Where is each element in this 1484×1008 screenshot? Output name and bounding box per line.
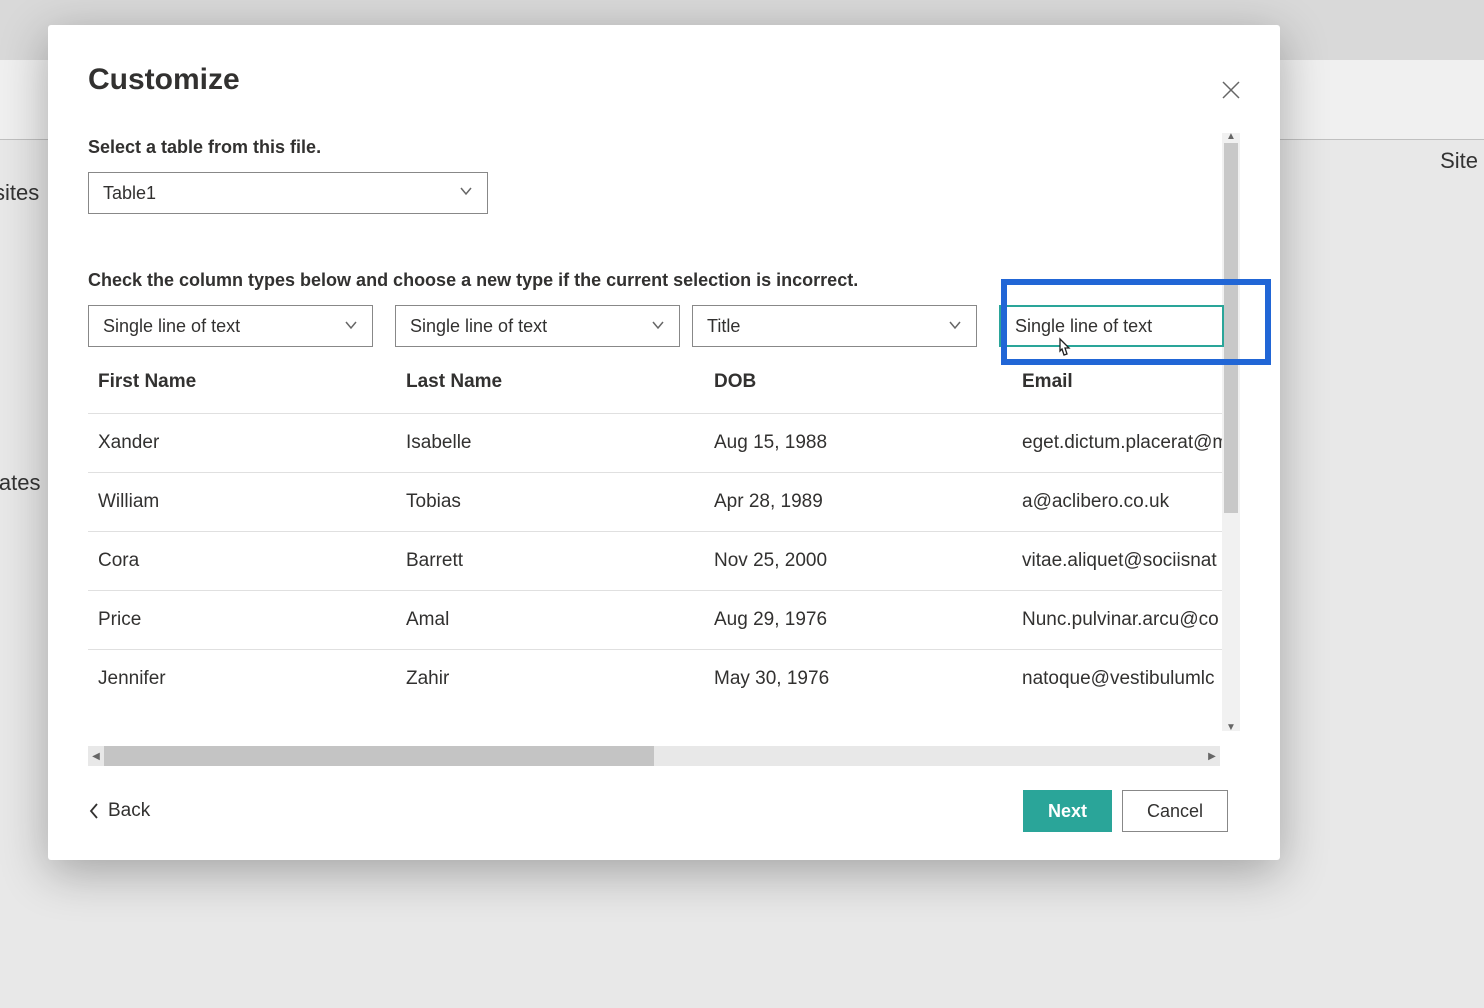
cell-first-name: Cora [88, 532, 396, 591]
scroll-up-icon: ▲ [1222, 131, 1240, 142]
scrollbar-thumb[interactable] [1224, 143, 1238, 513]
table-row: Price Amal Aug 29, 1976 Nunc.pulvinar.ar… [88, 591, 1237, 650]
table-header-row: First Name Last Name DOB Email [88, 355, 1237, 414]
customize-dialog: Customize Select a table from this file.… [48, 25, 1280, 860]
header-last-name: Last Name [396, 355, 704, 414]
close-icon [1222, 81, 1240, 99]
next-button[interactable]: Next [1023, 790, 1112, 832]
scroll-down-icon: ▼ [1222, 722, 1240, 733]
cell-last-name: Barrett [396, 532, 704, 591]
dialog-footer: Back Next Cancel [88, 790, 1228, 832]
header-dob: DOB [704, 355, 1012, 414]
cell-email: vitae.aliquet@sociisnat [1012, 532, 1237, 591]
chevron-left-icon [88, 802, 100, 820]
select-table-label: Select a table from this file. [88, 137, 1240, 158]
cell-last-name: Isabelle [396, 414, 704, 473]
bg-nav-site: Site [1440, 148, 1478, 174]
cell-first-name: Jennifer [88, 650, 396, 703]
column-type-value: Single line of text [103, 316, 240, 337]
scrollbar-track[interactable] [104, 746, 1204, 766]
cell-dob: Aug 15, 1988 [704, 414, 1012, 473]
preview-table: First Name Last Name DOB Email Xander Is… [88, 355, 1237, 702]
cell-first-name: William [88, 473, 396, 532]
scroll-right-icon: ▶ [1204, 751, 1220, 762]
cell-email: a@aclibero.co.uk [1012, 473, 1237, 532]
horizontal-scrollbar[interactable]: ◀ ▶ [88, 746, 1220, 766]
header-first-name: First Name [88, 355, 396, 414]
column-type-dropdown-3[interactable]: Title [692, 305, 977, 347]
table-row: William Tobias Apr 28, 1989 a@aclibero.c… [88, 473, 1237, 532]
chevron-down-icon [948, 316, 962, 337]
table-row: Jennifer Zahir May 30, 1976 natoque@vest… [88, 650, 1237, 703]
scroll-left-icon: ◀ [88, 751, 104, 762]
column-type-value: Single line of text [1015, 316, 1152, 337]
check-columns-label: Check the column types below and choose … [88, 270, 1240, 291]
header-email: Email [1012, 355, 1237, 414]
column-type-value: Title [707, 316, 740, 337]
chevron-down-icon [651, 316, 665, 337]
cell-email: natoque@vestibulumlc [1012, 650, 1237, 703]
cell-last-name: Tobias [396, 473, 704, 532]
table-row: Cora Barrett Nov 25, 2000 vitae.aliquet@… [88, 532, 1237, 591]
cell-last-name: Zahir [396, 650, 704, 703]
dialog-title: Customize [88, 63, 1240, 97]
cell-email: eget.dictum.placerat@m [1012, 414, 1237, 473]
column-type-dropdown-4[interactable]: Single line of text [999, 305, 1224, 347]
column-type-dropdown-2[interactable]: Single line of text [395, 305, 680, 347]
table-dropdown[interactable]: Table1 [88, 172, 488, 214]
cancel-button[interactable]: Cancel [1122, 790, 1228, 832]
column-type-row: Single line of text Single line of text … [88, 305, 1240, 347]
cell-dob: Apr 28, 1989 [704, 473, 1012, 532]
bg-nav-lates: lates [0, 470, 40, 496]
back-button[interactable]: Back [88, 800, 150, 822]
table-row: Xander Isabelle Aug 15, 1988 eget.dictum… [88, 414, 1237, 473]
vertical-scrollbar[interactable]: ▲ ▼ [1222, 133, 1240, 731]
cell-last-name: Amal [396, 591, 704, 650]
close-button[interactable] [1222, 81, 1240, 104]
cell-dob: Aug 29, 1976 [704, 591, 1012, 650]
chevron-down-icon [344, 316, 358, 337]
chevron-down-icon [459, 184, 473, 203]
cell-dob: Nov 25, 2000 [704, 532, 1012, 591]
cell-email: Nunc.pulvinar.arcu@co [1012, 591, 1237, 650]
bg-nav-sites: sites [0, 180, 39, 206]
column-type-value: Single line of text [410, 316, 547, 337]
cell-dob: May 30, 1976 [704, 650, 1012, 703]
scrollbar-thumb[interactable] [104, 746, 654, 766]
back-label: Back [108, 800, 150, 822]
cell-first-name: Xander [88, 414, 396, 473]
table-dropdown-value: Table1 [103, 183, 156, 204]
column-type-dropdown-1[interactable]: Single line of text [88, 305, 373, 347]
cell-first-name: Price [88, 591, 396, 650]
